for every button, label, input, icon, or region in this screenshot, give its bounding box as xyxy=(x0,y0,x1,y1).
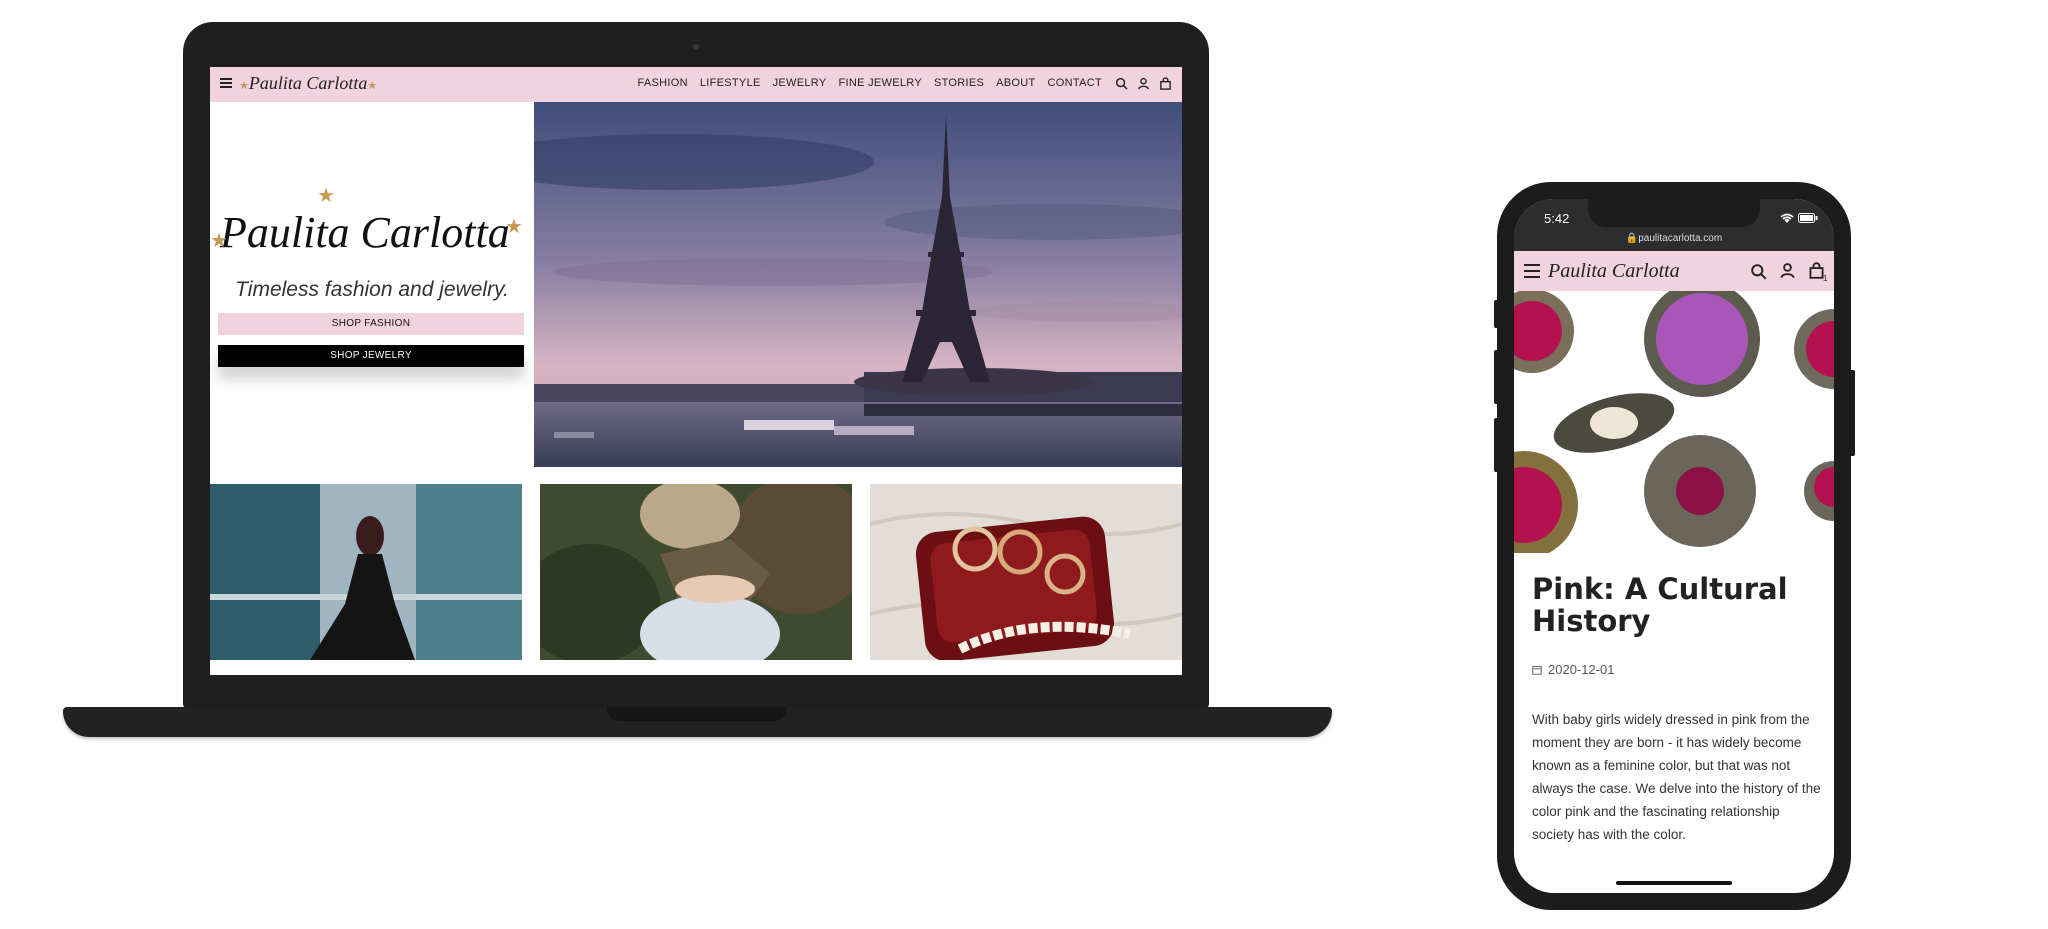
article-hero-image xyxy=(1514,291,1834,553)
user-icon[interactable] xyxy=(1779,262,1796,279)
star-icon: ★ xyxy=(317,185,335,207)
nav-item-fashion[interactable]: FASHION xyxy=(637,77,687,89)
phone-notch xyxy=(1588,199,1760,227)
nav-item-jewelry[interactable]: JEWELRY xyxy=(773,77,827,89)
calendar-icon xyxy=(1532,665,1542,675)
battery-icon xyxy=(1798,213,1818,223)
phone-power-button xyxy=(1850,370,1855,456)
nav-icons xyxy=(1115,77,1172,90)
nav-item-contact[interactable]: CONTACT xyxy=(1048,77,1102,89)
hero-panel: Paulita Carlotta ★ ★ ★ Timeless fashion … xyxy=(210,102,534,433)
mobile-nav-bar: Paulita Carlotta 1 xyxy=(1514,251,1834,291)
nav-item-fine-jewelry[interactable]: FINE JEWELRY xyxy=(838,77,921,89)
phone-screen: 5:42 🔒paulitacarlotta.com Paulita Carlot… xyxy=(1514,199,1834,893)
tile-image-fashion[interactable] xyxy=(210,484,522,660)
star-icon: ★ xyxy=(505,216,523,238)
tile-image-rings-hands[interactable] xyxy=(540,484,852,660)
desktop-nav-bar: ★Paulita Carlotta★ FASHION LIFESTYLE JEW… xyxy=(210,67,1182,102)
nav-logo[interactable]: ★Paulita Carlotta★ xyxy=(239,73,377,94)
tile-image-ring-box[interactable] xyxy=(870,484,1182,660)
phone-volume-button xyxy=(1494,350,1499,404)
nav-item-stories[interactable]: STORIES xyxy=(934,77,984,89)
laptop-camera xyxy=(693,44,699,50)
cart-count-badge: 1 xyxy=(1823,274,1828,283)
search-icon[interactable] xyxy=(1115,77,1128,90)
home-indicator[interactable] xyxy=(1616,881,1732,885)
star-icon: ★ xyxy=(210,230,228,252)
menu-icon[interactable] xyxy=(1524,264,1540,278)
phone-volume-button xyxy=(1494,418,1499,472)
search-icon[interactable] xyxy=(1750,263,1767,280)
user-icon[interactable] xyxy=(1137,77,1150,90)
article-date: 2020-12-01 xyxy=(1532,662,1615,677)
wifi-icon xyxy=(1780,213,1794,223)
nav-item-about[interactable]: ABOUT xyxy=(996,77,1035,89)
article-excerpt: With baby girls widely dressed in pink f… xyxy=(1532,712,1821,842)
phone-side-button xyxy=(1494,300,1499,328)
desktop-screen: ★Paulita Carlotta★ FASHION LIFESTYLE JEW… xyxy=(210,67,1182,675)
lock-icon: 🔒 xyxy=(1625,233,1639,244)
bag-icon[interactable] xyxy=(1159,77,1172,90)
nav-menu: FASHION LIFESTYLE JEWELRY FINE JEWELRY S… xyxy=(637,77,1102,89)
hero-image xyxy=(534,102,1182,467)
url-bar[interactable]: 🔒paulitacarlotta.com xyxy=(1514,231,1834,251)
shop-jewelry-button[interactable]: SHOP JEWELRY xyxy=(218,345,524,367)
hero-tagline: Timeless fashion and jewelry. xyxy=(235,278,509,301)
hero-logo: Paulita Carlotta xyxy=(220,208,510,257)
article-date-value: 2020-12-01 xyxy=(1548,662,1615,677)
nav-item-lifestyle[interactable]: LIFESTYLE xyxy=(700,77,761,89)
menu-icon[interactable] xyxy=(220,78,232,88)
status-time: 5:42 xyxy=(1544,211,1570,226)
mobile-logo[interactable]: Paulita Carlotta xyxy=(1548,260,1680,283)
laptop-notch xyxy=(607,707,787,721)
shop-fashion-button[interactable]: SHOP FASHION xyxy=(218,313,524,335)
article-title: Pink: A Cultural History xyxy=(1532,572,1788,638)
